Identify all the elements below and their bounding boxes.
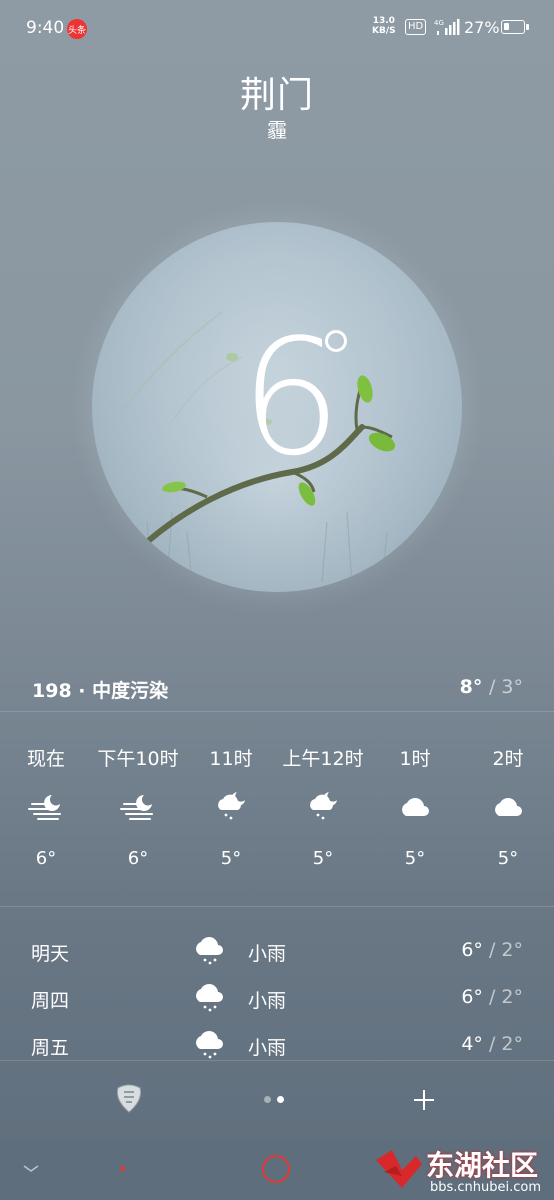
city-name[interactable]: 荆门 [0,66,554,118]
day-high: 6° [461,939,483,961]
hour-temp: 5° [404,848,426,869]
cloud-icon [462,790,554,822]
net-speed: 13.0 KB/S [372,16,396,36]
hour-label: 1时 [399,748,431,770]
divider [0,711,554,712]
battery-tip [526,24,529,30]
light-rain-icon [196,937,223,965]
hour-label: 11时 [209,748,253,770]
battery-icon [501,20,525,34]
chevron-down-icon[interactable] [22,1164,40,1174]
day-range: 6° / 2° [461,986,523,1008]
watermark-logo [376,1150,422,1188]
back-dot-icon[interactable] [120,1166,125,1171]
hour-temp: 5° [497,848,519,869]
hour-temp: 5° [220,848,242,869]
day-high: 6° [461,986,483,1008]
status-time: 9:40 [26,18,65,38]
bottom-toolbar [0,1060,554,1140]
day-high: 4° [461,1033,483,1055]
net-speed-value: 13.0 [372,16,395,26]
hour-temp: 6° [127,848,149,869]
degree-symbol [325,330,347,352]
net-speed-unit: KB/S [372,26,396,36]
day-desc: 小雨 [248,943,287,965]
page-dot-active[interactable] [277,1096,284,1103]
weather-condition: 霾 [267,118,287,142]
air-quality[interactable]: 198 · 中度污染 [32,676,168,703]
hour-label: 2时 [492,748,524,770]
day-low: / 2° [488,939,523,961]
add-city-icon[interactable] [412,1088,436,1112]
signal-icon: 4G [434,19,460,35]
cloud-icon [369,790,461,822]
hour-label: 下午10时 [97,748,179,770]
light-rain-icon [196,984,223,1012]
day-desc: 小雨 [248,990,287,1012]
network-type: 4G [434,19,444,27]
day-low: / 2° [488,1033,523,1055]
today-low: / 3° [488,676,523,698]
today-temp-range: 8° / 3° [460,676,523,698]
hour-label: 现在 [26,748,65,770]
haze-night-icon [0,790,92,822]
day-range: 4° / 2° [461,1033,523,1055]
today-high: 8° [459,676,483,698]
hour-temp: 6° [35,848,57,869]
night-shower-icon [277,790,369,822]
day-low: / 2° [488,986,523,1008]
day-name: 明天 [31,943,70,965]
light-rain-icon [196,1031,223,1059]
divider [0,906,554,907]
day-name: 周五 [31,1037,70,1059]
battery-percent: 27% [464,18,500,37]
night-shower-icon [185,790,277,822]
day-name: 周四 [31,990,70,1012]
hd-indicator: HD [405,19,427,35]
haze-night-icon [92,790,184,822]
hour-label: 上午12时 [282,748,364,770]
watermark: 东湖社区 bbs.cnhubei.com [372,1140,554,1200]
watermark-brand: 东湖社区 [426,1149,539,1182]
page-dot[interactable] [264,1096,271,1103]
watermark-url: bbs.cnhubei.com [430,1180,542,1195]
news-app-badge: 头条 [67,19,87,39]
hour-temp: 5° [312,848,334,869]
status-bar: 9:40 头条 13.0 KB/S HD 4G 27% [0,0,554,56]
home-button[interactable] [262,1155,290,1183]
day-range: 6° / 2° [461,939,523,961]
day-desc: 小雨 [248,1037,287,1059]
weather-source-icon[interactable] [114,1082,144,1114]
